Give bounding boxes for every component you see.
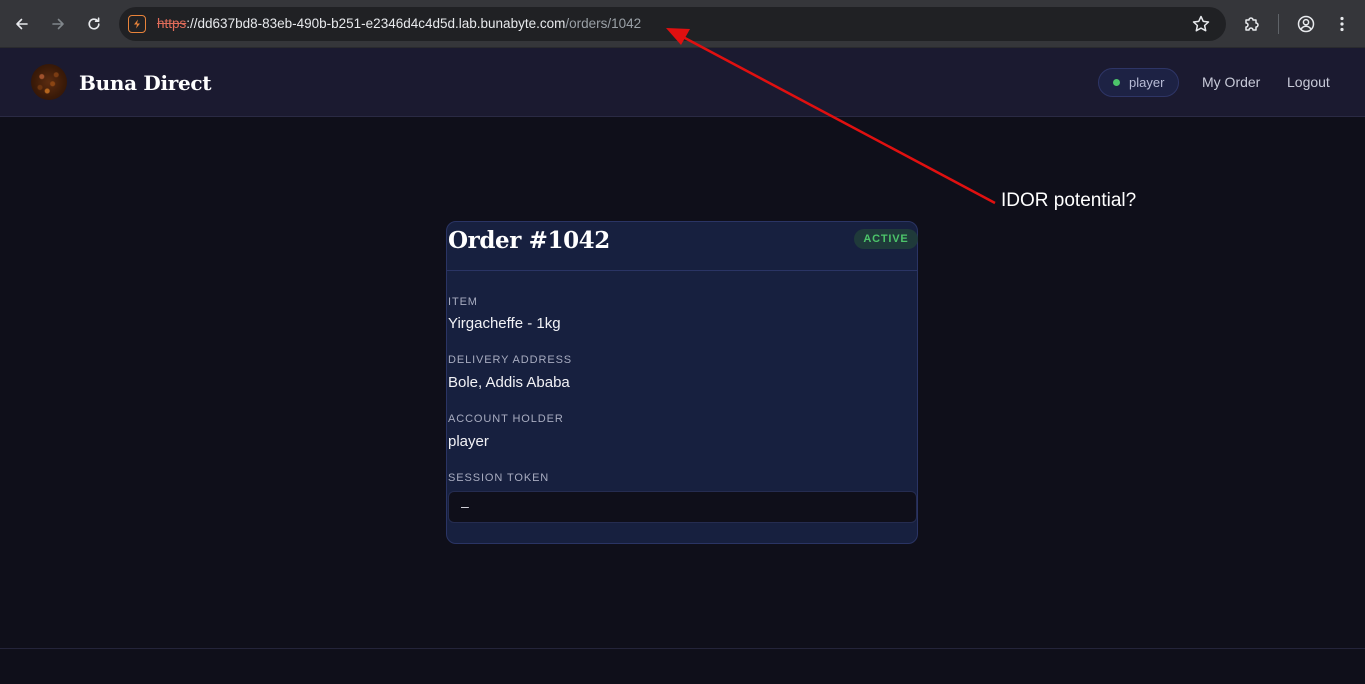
online-status-dot bbox=[1113, 79, 1120, 86]
user-badge-label: player bbox=[1129, 75, 1165, 90]
user-badge: player bbox=[1098, 68, 1179, 97]
session-token-field[interactable]: – bbox=[448, 491, 917, 523]
account-holder-label: ACCOUNT HOLDER bbox=[448, 413, 564, 425]
brand-title[interactable]: Buna Direct bbox=[79, 71, 212, 95]
reload-icon[interactable] bbox=[81, 11, 107, 37]
browser-toolbar: https://dd637bd8-83eb-490b-b251-e2346d4c… bbox=[0, 0, 1365, 48]
site-info-icon[interactable] bbox=[128, 15, 146, 33]
footer-divider bbox=[0, 648, 1365, 649]
delivery-address-value: Bole, Addis Ababa bbox=[448, 374, 570, 391]
status-badge: ACTIVE bbox=[854, 229, 918, 249]
account-holder-value: player bbox=[448, 433, 489, 450]
order-card: Order #1042 ACTIVE ITEM Yirgacheffe - 1k… bbox=[446, 221, 918, 544]
session-token-label: SESSION TOKEN bbox=[448, 472, 550, 484]
url-scheme: https bbox=[157, 16, 187, 31]
coffee-beans-logo[interactable] bbox=[31, 64, 67, 100]
url-path: /orders/1042 bbox=[565, 16, 642, 31]
back-icon[interactable] bbox=[9, 11, 35, 37]
item-label: ITEM bbox=[448, 296, 478, 308]
card-divider bbox=[447, 270, 917, 271]
url-text[interactable]: https://dd637bd8-83eb-490b-b251-e2346d4c… bbox=[157, 16, 641, 31]
delivery-address-label: DELIVERY ADDRESS bbox=[448, 354, 573, 366]
nav-my-order[interactable]: My Order bbox=[1202, 74, 1260, 90]
item-value: Yirgacheffe - 1kg bbox=[448, 315, 561, 332]
extensions-icon[interactable] bbox=[1241, 13, 1263, 35]
toolbar-divider bbox=[1278, 14, 1279, 34]
app-header: Buna Direct player My Order Logout bbox=[0, 48, 1365, 117]
menu-icon[interactable] bbox=[1331, 13, 1353, 35]
nav-logout[interactable]: Logout bbox=[1287, 74, 1330, 90]
order-title: Order #1042 bbox=[448, 227, 610, 254]
address-bar[interactable]: https://dd637bd8-83eb-490b-b251-e2346d4c… bbox=[119, 7, 1226, 41]
bookmark-star-icon[interactable] bbox=[1191, 14, 1211, 34]
annotation-text: IDOR potential? bbox=[1001, 190, 1137, 211]
url-host: ://dd637bd8-83eb-490b-b251-e2346d4c4d5d.… bbox=[186, 16, 566, 31]
profile-icon[interactable] bbox=[1295, 13, 1317, 35]
forward-icon[interactable] bbox=[45, 11, 71, 37]
